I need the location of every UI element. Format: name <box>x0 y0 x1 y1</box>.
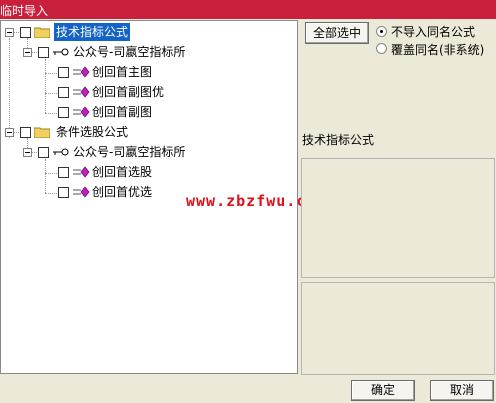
key-icon <box>53 148 69 156</box>
tree-node-folder[interactable]: 公众号-司嬴空指标所 <box>1 43 299 61</box>
tree-item-label[interactable]: 创回首副图优 <box>92 83 164 101</box>
indicator-icon <box>73 186 90 198</box>
checkbox[interactable] <box>58 187 69 198</box>
indicator-icon <box>73 166 90 178</box>
info-title: 技术指标公式 <box>302 133 375 147</box>
folder-icon <box>34 27 50 38</box>
tree-item[interactable]: 创回首副图 <box>1 103 299 121</box>
tree-node-folder[interactable]: 公众号-司嬴空指标所 <box>1 143 299 161</box>
tree-node-label[interactable]: 公众号-司嬴空指标所 <box>73 143 185 161</box>
checkbox[interactable] <box>58 107 69 118</box>
indicator-icon <box>73 66 90 78</box>
checkbox[interactable] <box>58 87 69 98</box>
tree-node-label[interactable]: 公众号-司嬴空指标所 <box>73 43 185 61</box>
tree-node-label[interactable]: 条件选股公式 <box>56 123 128 141</box>
tree-item-label[interactable]: 创回首主图 <box>92 63 152 81</box>
tree-item[interactable]: 创回首主图 <box>1 63 299 81</box>
checkbox[interactable] <box>58 167 69 178</box>
tree-item[interactable]: 创回首副图优 <box>1 83 299 101</box>
indicator-icon <box>73 86 90 98</box>
collapse-icon[interactable] <box>23 148 32 157</box>
tree-item-label[interactable]: 创回首选股 <box>92 163 152 181</box>
radio-overwrite-same[interactable] <box>376 43 387 54</box>
select-all-button[interactable]: 全部选中 <box>305 22 369 44</box>
collapse-icon[interactable] <box>5 28 14 37</box>
indicator-icon <box>73 106 90 118</box>
tree-node-label[interactable]: 技术指标公式 <box>54 23 131 41</box>
window-title: 临时导入 <box>0 4 49 18</box>
info-panel <box>301 158 495 278</box>
folder-icon <box>34 127 50 138</box>
tree-item[interactable]: 创回首选股 <box>1 163 299 181</box>
checkbox[interactable] <box>38 47 49 58</box>
tree-node-group[interactable]: 技术指标公式 <box>1 23 299 41</box>
collapse-icon[interactable] <box>23 48 32 57</box>
checkbox[interactable] <box>20 27 31 38</box>
tree-item-label[interactable]: 创回首优选 <box>92 183 152 201</box>
checkbox[interactable] <box>38 147 49 158</box>
checkbox[interactable] <box>58 67 69 78</box>
radio-no-import-same[interactable] <box>376 26 387 37</box>
radio-label[interactable]: 不导入同名公式 <box>391 23 475 40</box>
checkbox[interactable] <box>20 127 31 138</box>
tree-node-group[interactable]: 条件选股公式 <box>1 123 299 141</box>
radio-label[interactable]: 覆盖同名(非系统) <box>391 41 484 58</box>
cancel-button[interactable]: 取消 <box>430 380 494 401</box>
collapse-icon[interactable] <box>5 128 14 137</box>
ok-button[interactable]: 确定 <box>351 380 415 401</box>
title-bar: 临时导入 <box>0 0 496 19</box>
key-icon <box>53 48 69 56</box>
tree-item-label[interactable]: 创回首副图 <box>92 103 152 121</box>
detail-panel <box>301 282 495 375</box>
